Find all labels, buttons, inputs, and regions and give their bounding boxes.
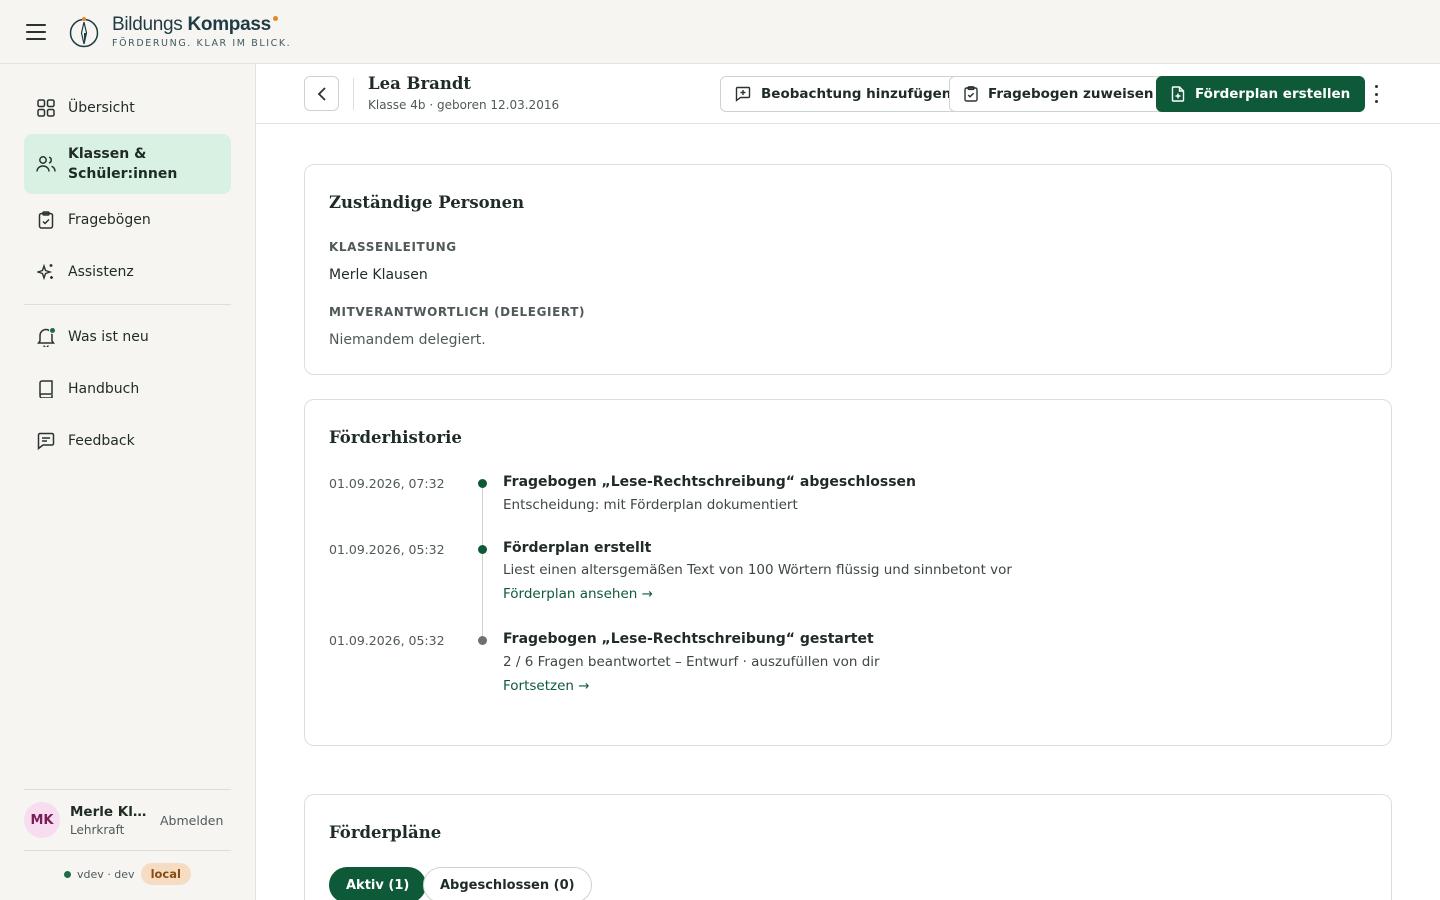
button-label: Beobachtung hinzufügen <box>761 86 952 102</box>
tab-closed-plans[interactable]: Abgeschlossen (0) <box>423 867 592 900</box>
sidebar-item-assistance[interactable]: Assistenz <box>24 246 231 298</box>
view-plan-link[interactable]: Förderplan ansehen → <box>503 586 653 602</box>
chevron-left-icon <box>317 86 326 101</box>
message-icon <box>36 431 56 451</box>
sparkles-icon <box>36 262 56 282</box>
sidebar-item-label: Handbuch <box>68 381 140 397</box>
book-icon <box>36 379 56 399</box>
class-lead-label: Klassenleitung <box>329 240 457 254</box>
sidebar-item-feedback[interactable]: Feedback <box>24 415 231 467</box>
brand-tagline: FÖRDERUNG. KLAR IM BLICK. <box>112 37 292 49</box>
student-meta: Klasse 4b · geboren 12.03.2016 <box>368 98 560 112</box>
top-bar: Bildungs Kompass FÖRDERUNG. KLAR IM BLIC… <box>0 0 1440 64</box>
file-plus-icon <box>1171 86 1185 102</box>
button-label: Förderplan erstellen <box>1195 86 1351 102</box>
sidebar-item-label: Fragebögen <box>68 212 151 228</box>
page-header: Lea Brandt Klasse 4b · geboren 12.03.201… <box>256 64 1440 124</box>
history-time: 01.09.2026, 07:32 <box>329 476 445 491</box>
version-label: vdev · dev <box>77 867 135 881</box>
history-card: Förderhistorie 01.09.2026, 07:32 Fragebo… <box>304 399 1392 746</box>
sidebar-item-label: Klassen & Schüler:innen <box>68 146 178 182</box>
logout-button[interactable]: Abmelden <box>160 813 223 828</box>
class-lead-value: Merle Klausen <box>329 267 428 283</box>
history-time: 01.09.2026, 05:32 <box>329 542 445 557</box>
history-title: Förderplan erstellt <box>503 540 652 556</box>
more-options-icon[interactable] <box>1366 82 1386 106</box>
timeline-line <box>482 484 483 640</box>
sidebar-item-questionnaires[interactable]: Fragebögen <box>24 194 231 246</box>
sidebar-item-whats-new[interactable]: Was ist neu <box>24 311 231 363</box>
sidebar-item-classes[interactable]: Klassen & Schüler:innen <box>24 134 231 194</box>
avatar[interactable]: MK <box>24 802 60 838</box>
sidebar-item-handbook[interactable]: Handbuch <box>24 363 231 415</box>
env-badge: local <box>140 863 191 885</box>
history-title: Fragebogen „Lese-Rechtschreibung“ gestar… <box>503 631 874 647</box>
compass-icon <box>69 16 99 47</box>
sidebar-item-label: Übersicht <box>68 100 135 116</box>
assign-questionnaire-button[interactable]: Fragebogen zuweisen <box>949 76 1169 112</box>
section-title: Zuständige Personen <box>329 193 525 212</box>
responsible-card: Zuständige Personen Klassenleitung Merle… <box>304 164 1392 375</box>
button-label: Fragebogen zuweisen <box>988 86 1154 102</box>
history-time: 01.09.2026, 05:32 <box>329 633 445 648</box>
add-observation-button[interactable]: Beobachtung hinzufügen <box>720 76 967 112</box>
grid-icon <box>36 98 56 118</box>
brand-logo[interactable]: Bildungs Kompass FÖRDERUNG. KLAR IM BLIC… <box>68 15 291 49</box>
sidebar: Übersicht Klassen & Schüler:innen Frageb… <box>0 64 256 900</box>
plans-card: Förderpläne Aktiv (1) Abgeschlossen (0) <box>304 794 1392 900</box>
sidebar-item-label: Assistenz <box>68 264 134 280</box>
section-title: Förderpläne <box>329 823 442 842</box>
history-desc: Entscheidung: mit Förderplan dokumentier… <box>503 497 798 513</box>
timeline-dot <box>478 636 487 645</box>
history-desc: 2 / 6 Fragen beantwortet – Entwurf · aus… <box>503 654 880 670</box>
sidebar-item-overview[interactable]: Übersicht <box>24 82 231 134</box>
user-block: MK Merle Klausen Lehrkraft Abmelden <box>24 789 231 838</box>
continue-link[interactable]: Fortsetzen → <box>503 678 590 694</box>
bell-icon <box>36 327 56 347</box>
create-plan-button[interactable]: Förderplan erstellen <box>1156 76 1366 112</box>
sidebar-divider <box>24 304 231 305</box>
sidebar-item-label: Feedback <box>68 433 135 449</box>
clipboard-check-icon <box>964 86 978 102</box>
sidebar-item-label: Was ist neu <box>68 329 149 345</box>
delegated-label: Mitverantwortlich (delegiert) <box>329 305 586 319</box>
brand-name: Bildungs Kompass <box>112 15 291 34</box>
user-role: Lehrkraft <box>70 822 125 837</box>
back-button[interactable] <box>304 76 339 111</box>
users-icon <box>36 154 56 174</box>
notification-dot <box>49 327 56 334</box>
sidebar-nav-primary: Übersicht Klassen & Schüler:innen Frageb… <box>24 82 231 467</box>
message-plus-icon <box>735 86 751 102</box>
history-desc: Liest einen altersgemäßen Text von 100 W… <box>503 562 1012 578</box>
user-name: Merle Klausen <box>70 803 152 820</box>
menu-icon[interactable] <box>26 23 46 40</box>
history-title: Fragebogen „Lese-Rechtschreibung“ abgesc… <box>503 474 916 490</box>
timeline-dot <box>478 545 487 554</box>
delegated-value: Niemandem delegiert. <box>329 332 486 348</box>
clipboard-check-icon <box>36 210 56 230</box>
timeline-dot <box>478 479 487 488</box>
environment-info: vdev · dev local <box>24 850 231 885</box>
header-divider <box>353 78 354 110</box>
section-title: Förderhistorie <box>329 428 462 447</box>
tab-active-plans[interactable]: Aktiv (1) <box>329 867 427 900</box>
status-dot <box>64 870 72 878</box>
page-title: Lea Brandt <box>368 74 472 93</box>
